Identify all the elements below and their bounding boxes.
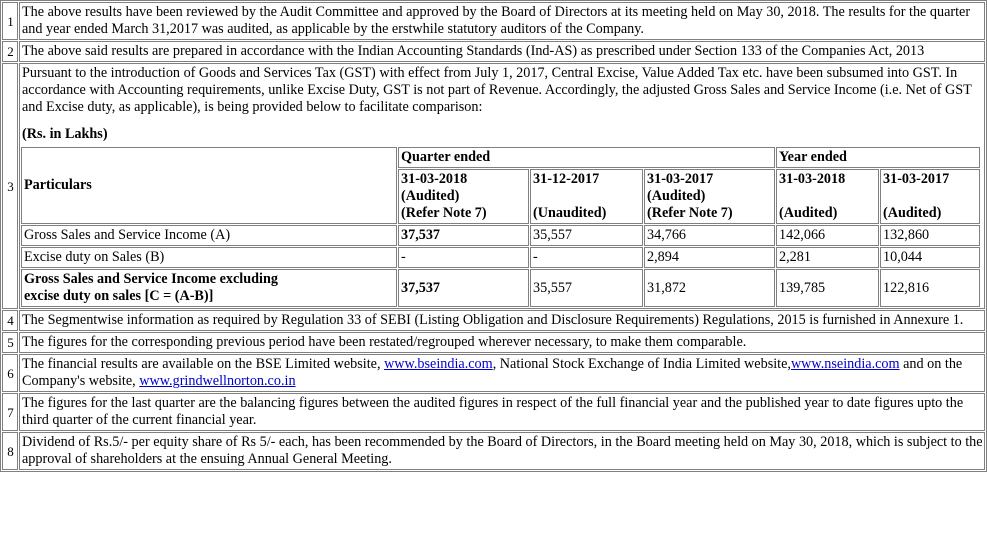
- quarter-ended-header: Quarter ended: [398, 147, 776, 168]
- notes-document: 1 The above results have been reviewed b…: [0, 0, 987, 472]
- note-text: The financial results are available on t…: [19, 354, 985, 392]
- nse-link[interactable]: www.nseindia.com: [791, 356, 900, 372]
- note-number: 5: [2, 332, 18, 353]
- note-number: 2: [2, 41, 18, 62]
- unit-label: (Rs. in Lakhs): [22, 126, 108, 142]
- company-website-link[interactable]: www.grindwellnorton.co.in: [139, 373, 295, 389]
- cell-value: 34,766: [644, 225, 776, 246]
- cell-value: 2,281: [776, 247, 880, 268]
- year-ended-header: Year ended: [776, 147, 980, 168]
- column-header: 31-03-2018 (Audited) (Refer Note 7): [398, 169, 529, 224]
- note-row: 8 Dividend of Rs.5/- per equity share of…: [2, 432, 985, 470]
- table-row: Excise duty on Sales (B) - - 2,894 2,281…: [21, 247, 980, 268]
- note-row: 4 The Segmentwise information as require…: [2, 310, 985, 331]
- cell-value: -: [398, 247, 529, 268]
- cell-value: 35,557: [530, 225, 643, 246]
- note-row: 6 The financial results are available on…: [2, 354, 985, 392]
- cell-value: 37,537: [398, 269, 529, 307]
- note-number: 3: [2, 63, 18, 309]
- cell-value: 132,860: [880, 225, 980, 246]
- note-number: 8: [2, 432, 18, 470]
- cell-value: -: [530, 247, 643, 268]
- note-row: 7 The figures for the last quarter are t…: [2, 393, 985, 431]
- note-text: The figures for the corresponding previo…: [19, 332, 985, 353]
- row-label: Gross Sales and Service Income excluding…: [21, 269, 397, 307]
- note-text: The above results have been reviewed by …: [19, 2, 985, 40]
- note-row: 1 The above results have been reviewed b…: [2, 2, 985, 40]
- note-text: The Segmentwise information as required …: [19, 310, 985, 331]
- note-text: Dividend of Rs.5/- per equity share of R…: [19, 432, 985, 470]
- column-header: 31-03-2017 (Audited) (Refer Note 7): [644, 169, 776, 224]
- cell-value: 139,785: [776, 269, 880, 307]
- note-text: Pursuant to the introduction of Goods an…: [22, 65, 972, 115]
- row-label: Gross Sales and Service Income (A): [21, 225, 397, 246]
- table-row: Gross Sales and Service Income (A) 37,53…: [21, 225, 980, 246]
- note-number: 1: [2, 2, 18, 40]
- note-text: The figures for the last quarter are the…: [19, 393, 985, 431]
- cell-value: 142,066: [776, 225, 880, 246]
- note-number: 4: [2, 310, 18, 331]
- column-header: 31-03-2017 (Audited): [880, 169, 980, 224]
- column-header: 31-12-2017 (Unaudited): [530, 169, 643, 224]
- cell-value: 122,816: [880, 269, 980, 307]
- cell-value: 37,537: [398, 225, 529, 246]
- note-row: 2 The above said results are prepared in…: [2, 41, 985, 62]
- cell-value: 10,044: [880, 247, 980, 268]
- column-header: 31-03-2018 (Audited): [776, 169, 880, 224]
- gst-comparison-table: Particulars Quarter ended Year ended 31-…: [20, 146, 981, 308]
- note-row: 3 Pursuant to the introduction of Goods …: [2, 63, 985, 309]
- note-text: The above said results are prepared in a…: [19, 41, 985, 62]
- table-row: Gross Sales and Service Income excluding…: [21, 269, 980, 307]
- header-row: Particulars Quarter ended Year ended: [21, 147, 980, 224]
- cell-value: 35,557: [530, 269, 643, 307]
- particulars-header: Particulars: [21, 147, 397, 224]
- cell-value: 2,894: [644, 247, 776, 268]
- notes-table: 1 The above results have been reviewed b…: [0, 0, 987, 472]
- cell-value: 31,872: [644, 269, 776, 307]
- row-label: Excise duty on Sales (B): [21, 247, 397, 268]
- note-number: 7: [2, 393, 18, 431]
- note-row: 5 The figures for the corresponding prev…: [2, 332, 985, 353]
- bse-link[interactable]: www.bseindia.com: [384, 356, 493, 372]
- note-gst-cell: Pursuant to the introduction of Goods an…: [19, 63, 985, 309]
- note-number: 6: [2, 354, 18, 392]
